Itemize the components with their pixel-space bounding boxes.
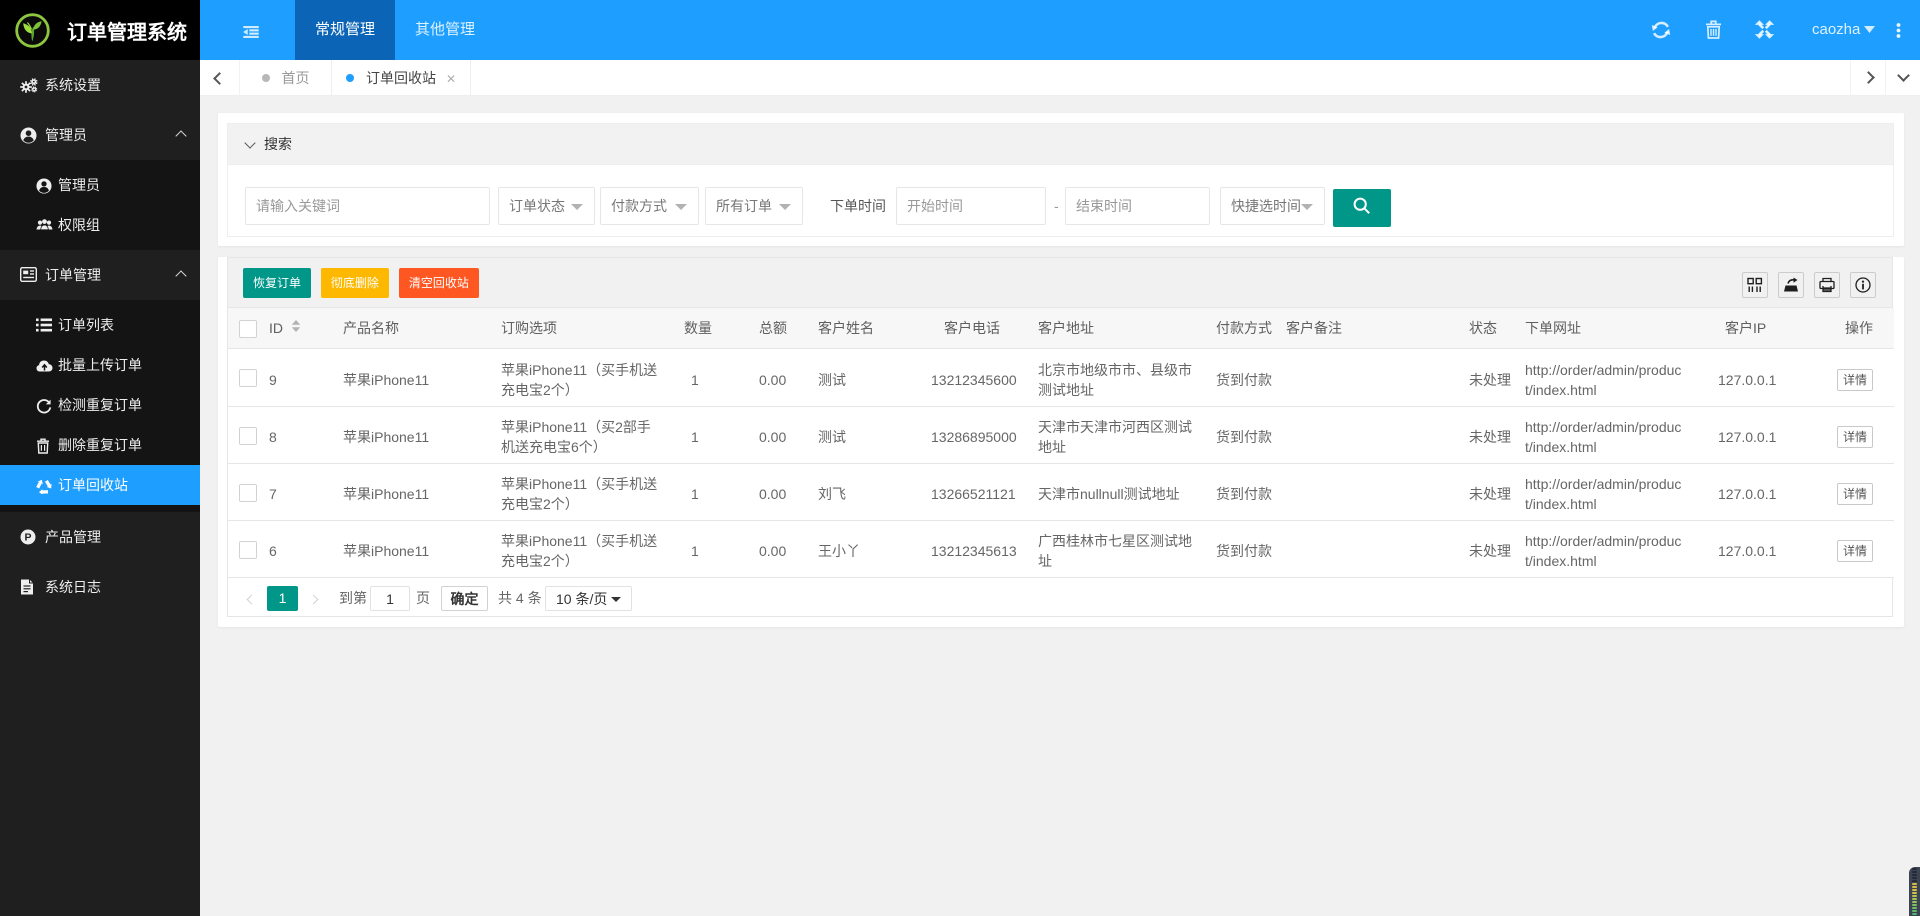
svg-text:P: P [24,532,31,544]
